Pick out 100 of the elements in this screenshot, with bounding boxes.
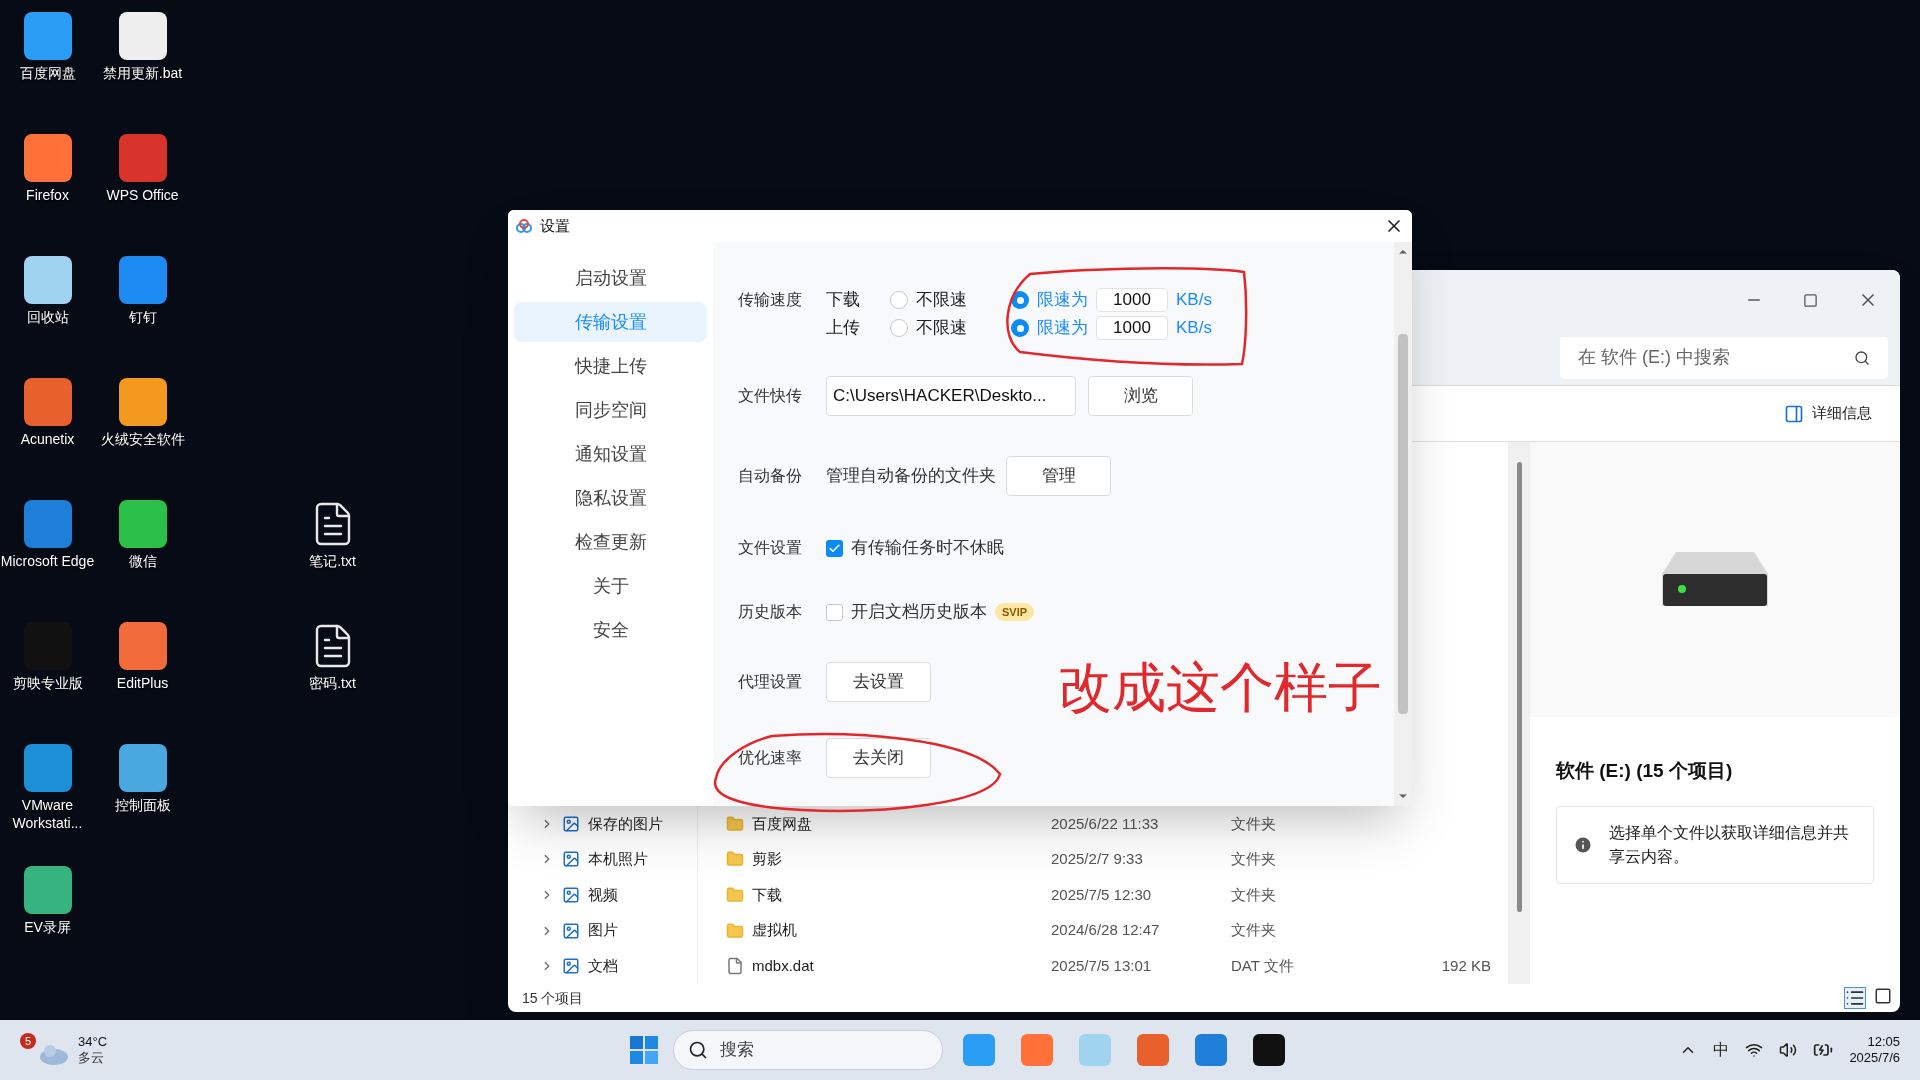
- nav-tree-item[interactable]: 视频: [588, 883, 618, 907]
- wifi-icon[interactable]: [1745, 1041, 1764, 1059]
- settings-button[interactable]: 去关闭: [826, 738, 931, 778]
- file-date: 2025/7/5 12:30: [1051, 884, 1153, 905]
- file-type: 文件夹: [1231, 849, 1277, 870]
- scrollbar-thumb[interactable]: [1516, 462, 1522, 912]
- app-icon[interactable]: [118, 12, 167, 60]
- nav-tree-item[interactable]: 本机照片: [588, 848, 648, 871]
- settings-button[interactable]: 去设置: [826, 662, 931, 702]
- search-icon[interactable]: [1854, 349, 1870, 366]
- setting-label: 历史版本: [738, 602, 803, 622]
- file-type: 文件夹: [1231, 920, 1277, 941]
- checkbox-label[interactable]: 开启文档历史版本: [851, 599, 987, 625]
- search-field[interactable]: 在 软件 (E:) 中搜索: [1560, 336, 1888, 379]
- radio-button[interactable]: [890, 291, 908, 309]
- desktop-icon-label[interactable]: 微信: [95, 552, 190, 570]
- checkbox[interactable]: [826, 603, 843, 621]
- file-date: 2024/6/28 12:47: [1051, 920, 1161, 941]
- scrollbar-thumb[interactable]: [1398, 334, 1408, 714]
- start-icon[interactable]: [629, 1035, 659, 1065]
- folder-picture-icon: [562, 921, 580, 940]
- app-icon[interactable]: [23, 256, 72, 304]
- checkbox[interactable]: [826, 539, 843, 557]
- radio-button[interactable]: [890, 319, 908, 337]
- annotation-text: 改成这个样子: [1058, 660, 1382, 714]
- settings-button[interactable]: 浏览: [1088, 376, 1193, 416]
- desktop-icon-label[interactable]: 火绒安全软件: [95, 430, 190, 448]
- desktop-icon-label[interactable]: 禁用更新.bat: [95, 64, 190, 82]
- details-button[interactable]: 详细信息: [1784, 402, 1872, 425]
- maximize-icon[interactable]: [1803, 292, 1818, 308]
- settings-nav-item[interactable]: 通知设置: [514, 434, 707, 474]
- list-view-icon[interactable]: [1844, 987, 1866, 1009]
- speed-limit-input[interactable]: 1000: [1096, 288, 1168, 312]
- file-icon: [726, 957, 744, 976]
- taskbar-app-icon[interactable]: [1253, 1034, 1285, 1066]
- app-icon[interactable]: [118, 500, 167, 548]
- clock-date[interactable]: 2025/7/6: [1849, 1050, 1900, 1067]
- file-name[interactable]: mdbx.dat: [752, 954, 814, 978]
- hard-drive-icon: [1662, 551, 1768, 608]
- setting-label: 自动备份: [738, 466, 803, 486]
- desktop-icon-label[interactable]: Microsoft Edge: [0, 552, 95, 570]
- taskbar-search-field[interactable]: 搜索: [673, 1030, 943, 1070]
- radio-button[interactable]: [1011, 319, 1029, 337]
- file-name[interactable]: 百度网盘: [752, 812, 812, 836]
- desktop-icon-label[interactable]: 密码.txt: [309, 674, 356, 692]
- settings-nav-item[interactable]: 快捷上传: [514, 346, 707, 386]
- weather-condition[interactable]: 多云: [78, 1050, 108, 1067]
- app-icon[interactable]: [23, 378, 72, 426]
- info-text: 选择单个文件以获取详细信息并共享云内容。: [1609, 822, 1850, 867]
- desktop-icon-label[interactable]: 剪映专业版: [0, 674, 95, 692]
- settings-nav-item[interactable]: 检查更新: [514, 522, 707, 562]
- nav-tree-item[interactable]: 文档: [588, 954, 618, 978]
- cloud-logo-icon: [516, 219, 532, 233]
- folder-picture-icon: [562, 814, 580, 833]
- desktop-icon-label[interactable]: 控制面板: [95, 796, 190, 814]
- speed-limit-input[interactable]: 1000: [1096, 316, 1168, 340]
- app-icon[interactable]: [118, 744, 167, 792]
- nav-tree-item[interactable]: 保存的图片: [588, 812, 663, 836]
- desktop-icon-label[interactable]: EditPlus: [95, 674, 190, 692]
- file-name[interactable]: 下载: [752, 883, 782, 907]
- file-date: 2025/2/7 9:33: [1051, 849, 1144, 870]
- volume-icon[interactable]: [1779, 1041, 1798, 1059]
- settings-nav-item[interactable]: 启动设置: [514, 258, 707, 298]
- checkmark-icon: [828, 541, 841, 555]
- info-icon: [1573, 834, 1593, 855]
- ime-indicator[interactable]: 中: [1713, 1038, 1730, 1062]
- desktop-icon-label[interactable]: Firefox: [0, 186, 95, 204]
- folder-picture-icon: [562, 957, 580, 976]
- desktop-icon-label[interactable]: EV录屏: [0, 918, 95, 936]
- folder-picture-icon: [562, 850, 580, 869]
- file-name[interactable]: 剪影: [752, 848, 782, 871]
- settings-button[interactable]: 管理: [1006, 456, 1111, 496]
- weather-temperature[interactable]: 34°C: [78, 1033, 108, 1050]
- desktop-icon-label[interactable]: 回收站: [0, 308, 95, 326]
- direction-label: 下载: [826, 289, 861, 312]
- radio-label[interactable]: 不限速: [916, 287, 967, 313]
- path-input[interactable]: C:\Users\HACKER\Deskto...: [826, 376, 1076, 416]
- desktop-icon-label[interactable]: VMware Workstati...: [0, 796, 95, 832]
- clock-time[interactable]: 12:05: [1867, 1033, 1900, 1050]
- app-icon[interactable]: [118, 622, 167, 670]
- settings-nav-item[interactable]: 同步空间: [514, 390, 707, 430]
- desktop-icon-label[interactable]: 百度网盘: [0, 64, 95, 82]
- desktop-icon-label[interactable]: 钉钉: [95, 308, 190, 326]
- checkbox-label[interactable]: 有传输任务时不休眠: [851, 535, 1004, 561]
- file-name[interactable]: 虚拟机: [752, 919, 797, 942]
- nav-tree-item[interactable]: 图片: [588, 919, 618, 942]
- radio-label[interactable]: 不限速: [916, 315, 967, 341]
- settings-nav-item[interactable]: 关于: [514, 566, 707, 606]
- app-icon[interactable]: [23, 134, 72, 182]
- app-icon[interactable]: [23, 12, 72, 60]
- details-pane-icon: [1784, 403, 1804, 424]
- app-icon[interactable]: [118, 378, 167, 426]
- desktop-icon-label[interactable]: 笔记.txt: [309, 552, 356, 570]
- tile-view-icon[interactable]: [1874, 987, 1892, 1005]
- desktop-icon-label[interactable]: WPS Office: [95, 186, 190, 204]
- app-icon[interactable]: [23, 866, 72, 914]
- desktop-icon-label[interactable]: Acunetix: [0, 430, 95, 448]
- settings-nav-item[interactable]: 安全: [514, 610, 707, 650]
- settings-nav-item[interactable]: 隐私设置: [514, 478, 707, 518]
- direction-label: 上传: [826, 317, 861, 340]
